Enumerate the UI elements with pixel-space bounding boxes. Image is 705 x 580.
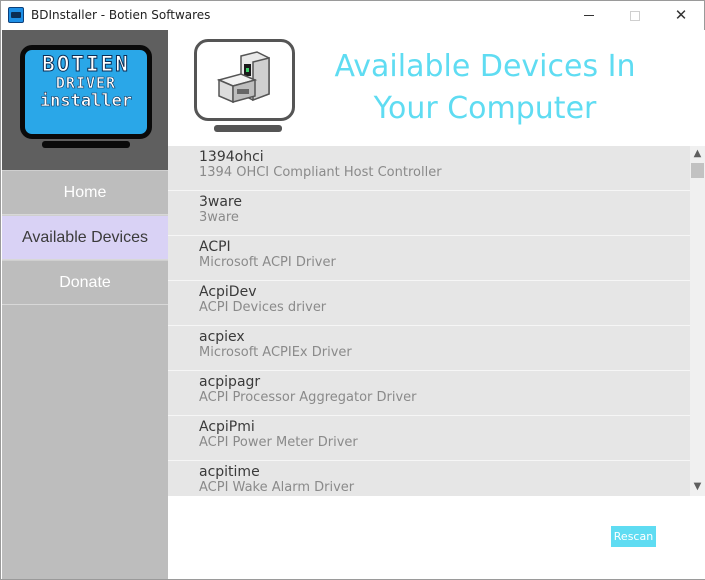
device-name: 1394ohci bbox=[199, 149, 264, 165]
sidebar-item-donate[interactable]: Donate bbox=[2, 260, 168, 305]
sidebar-item-home[interactable]: Home bbox=[2, 170, 168, 215]
close-button[interactable]: ✕ bbox=[658, 1, 704, 30]
device-list[interactable]: 1394ohci 1394 OHCI Compliant Host Contro… bbox=[168, 146, 690, 496]
scroll-down-icon[interactable]: ▼ bbox=[690, 480, 705, 494]
device-description: ACPI Processor Aggregator Driver bbox=[199, 390, 417, 405]
app-window: BDInstaller - Botien Softwares ✕ BOTIEN … bbox=[0, 0, 705, 580]
maximize-button[interactable] bbox=[612, 1, 658, 30]
device-name: AcpiPmi bbox=[199, 419, 255, 435]
logo-line-2: DRIVER bbox=[55, 74, 117, 92]
rescan-button[interactable]: Rescan bbox=[611, 526, 656, 547]
list-item[interactable]: 3ware 3ware bbox=[168, 191, 690, 236]
page-header: Available Devices In Your Computer bbox=[168, 30, 705, 146]
list-item[interactable]: AcpiDev ACPI Devices driver bbox=[168, 281, 690, 326]
device-name: acpitime bbox=[199, 464, 260, 480]
list-item[interactable]: 1394ohci 1394 OHCI Compliant Host Contro… bbox=[168, 146, 690, 191]
list-item[interactable]: ACPI Microsoft ACPI Driver bbox=[168, 236, 690, 281]
list-item[interactable]: acpipagr ACPI Processor Aggregator Drive… bbox=[168, 371, 690, 416]
device-list-scrollbar[interactable]: ▲ ▼ bbox=[690, 146, 705, 496]
scrollbar-thumb[interactable] bbox=[691, 163, 704, 178]
window-title: BDInstaller - Botien Softwares bbox=[31, 8, 211, 22]
list-item[interactable]: acpitime ACPI Wake Alarm Driver bbox=[168, 461, 690, 496]
title-bar[interactable]: BDInstaller - Botien Softwares ✕ bbox=[1, 1, 704, 30]
device-description: ACPI Power Meter Driver bbox=[199, 435, 358, 450]
sidebar-nav: Home Available Devices Donate bbox=[2, 170, 168, 305]
device-name: acpiex bbox=[199, 329, 245, 345]
minimize-button[interactable] bbox=[566, 1, 612, 30]
main-panel: Available Devices In Your Computer 1394o… bbox=[168, 30, 705, 579]
logo-screen: BOTIEN DRIVER installer bbox=[20, 45, 152, 139]
computer-icon bbox=[194, 39, 295, 121]
device-description: 1394 OHCI Compliant Host Controller bbox=[199, 165, 442, 180]
device-description: ACPI Devices driver bbox=[199, 300, 327, 315]
device-name: AcpiDev bbox=[199, 284, 257, 300]
device-name: ACPI bbox=[199, 239, 231, 255]
logo: BOTIEN DRIVER installer bbox=[2, 30, 168, 170]
minimize-icon bbox=[584, 15, 594, 16]
logo-line-1: BOTIEN bbox=[42, 52, 130, 76]
device-description: Microsoft ACPI Driver bbox=[199, 255, 336, 270]
device-name: acpipagr bbox=[199, 374, 261, 390]
list-item[interactable]: acpiex Microsoft ACPIEx Driver bbox=[168, 326, 690, 371]
logo-line-3: installer bbox=[39, 91, 133, 111]
computer-icon-stand bbox=[214, 125, 282, 132]
logo-stand bbox=[42, 141, 130, 148]
list-item[interactable]: AcpiPmi ACPI Power Meter Driver bbox=[168, 416, 690, 461]
page-title: Available Devices In Your Computer bbox=[334, 49, 636, 126]
device-name: 3ware bbox=[199, 194, 242, 210]
app-icon bbox=[8, 7, 24, 23]
device-description: ACPI Wake Alarm Driver bbox=[199, 480, 355, 495]
sidebar-item-available-devices[interactable]: Available Devices bbox=[2, 215, 168, 260]
scroll-up-icon[interactable]: ▲ bbox=[690, 147, 705, 161]
close-icon: ✕ bbox=[674, 6, 688, 24]
sidebar: BOTIEN DRIVER installer Home Available D… bbox=[2, 30, 168, 579]
maximize-icon bbox=[630, 10, 640, 21]
device-description: 3ware bbox=[199, 210, 239, 225]
device-description: Microsoft ACPIEx Driver bbox=[199, 345, 352, 360]
